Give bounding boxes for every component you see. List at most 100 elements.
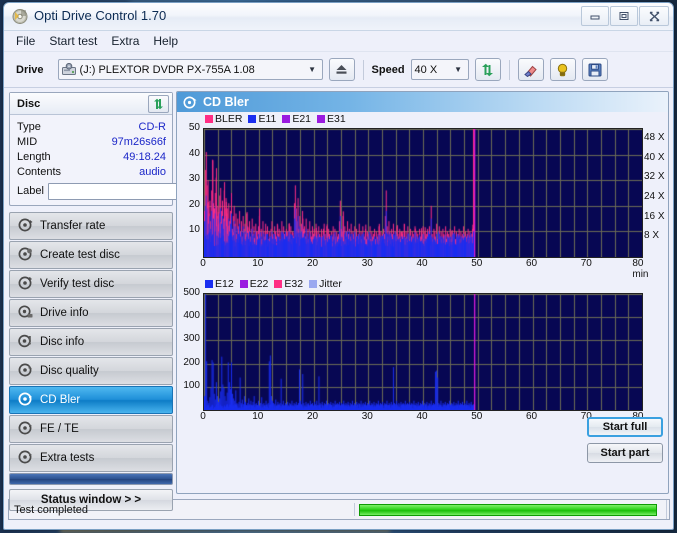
speed-select[interactable]: 40 X ▼: [410, 59, 469, 80]
legend-label: E21: [292, 113, 312, 125]
toolbar-separator-2: [508, 59, 510, 80]
cd-bler-icon: [183, 96, 197, 109]
legend-item-e31: E31: [317, 113, 346, 125]
disc-row-key: Length: [17, 150, 51, 163]
chevron-down-icon[interactable]: ▼: [305, 65, 320, 74]
y2-tick-label: 8 X: [644, 230, 660, 242]
sidebar-item-disc-info[interactable]: Disc info: [9, 328, 173, 356]
sidebar-item-label: FE / TE: [40, 423, 79, 435]
menu-item-file[interactable]: File: [16, 34, 35, 48]
disc-label-row: Label: [17, 182, 251, 200]
progress-percent: 100.0%: [666, 500, 673, 519]
y2-tick-label: 40 X: [644, 151, 665, 163]
disc-row-length: Length 49:18.24: [17, 149, 166, 164]
disc-row-type: Type CD-R: [17, 119, 166, 134]
disc-row-mid: MID 97m26s66f: [17, 134, 166, 149]
sidebar-item-label: Disc quality: [40, 365, 99, 377]
menu-item-start-test[interactable]: Start test: [49, 34, 97, 48]
sidebar-item-cd-bler[interactable]: CD Bler: [9, 386, 173, 414]
disc-write-icon: [18, 247, 33, 264]
extra-tests-icon: [18, 450, 33, 467]
y-tick-label: 20: [188, 198, 200, 210]
sidebar-item-verify-test-disc[interactable]: Verify test disc: [9, 270, 173, 298]
legend-item-bler: BLER: [205, 113, 242, 125]
disc-row-value: 97m26s66f: [111, 135, 166, 148]
x-tick-label: 40: [416, 258, 428, 269]
sidebar-item-label: Extra tests: [40, 452, 95, 464]
maximize-button[interactable]: [610, 6, 638, 26]
legend-swatch-e22: [239, 280, 248, 288]
y-tick-label: 50: [188, 122, 200, 133]
legend-item-e22: E22: [239, 278, 268, 290]
y2-tick-label: 32 X: [644, 171, 665, 183]
window-controls: [581, 6, 669, 26]
legend-label: Jitter: [319, 278, 342, 290]
drive-info-icon: [18, 304, 33, 322]
sidebar-item-label: CD Bler: [40, 394, 81, 406]
disc-refresh-button[interactable]: [148, 94, 169, 113]
disc-row-value: CD-R: [138, 120, 167, 133]
sidebar-item-drive-info[interactable]: Drive info: [9, 299, 173, 327]
sidebar-item-extra-tests[interactable]: Extra tests: [9, 444, 173, 472]
panel-header: CD Bler: [177, 92, 668, 112]
start-full-button[interactable]: Start full: [587, 417, 663, 437]
cd-bler-panel: CD Bler BLER E11 E21 E31 10 20 30 40 50 8 X 1…: [176, 91, 669, 494]
legend-label: BLER: [215, 113, 243, 125]
main-body: Disc Type CD-R MID 97m26s66f Length 49:1…: [4, 88, 673, 511]
legend-item-e12: E12: [205, 278, 234, 290]
x-tick-label: 0: [200, 258, 206, 269]
legend-swatch-e12: [205, 280, 213, 288]
eraser-button[interactable]: [517, 58, 544, 81]
sidebar-item-create-test-disc[interactable]: Create test disc: [9, 241, 173, 269]
x-tick-label: 10: [252, 258, 264, 269]
sidebar-item-transfer-rate[interactable]: Transfer rate: [9, 212, 173, 240]
drive-label: Drive: [16, 63, 44, 76]
chevron-down-icon[interactable]: ▼: [451, 65, 466, 74]
bulb-button[interactable]: [549, 58, 576, 81]
y-tick-label: 300: [183, 333, 200, 345]
drive-select[interactable]: (J:) PLEXTOR DVDR PX-755A 1.08 ▼: [57, 59, 323, 80]
toolbar-separator-1: [362, 59, 364, 80]
window-title: Opti Drive Control 1.70: [34, 8, 167, 23]
app-disc-icon: [12, 8, 29, 25]
left-sidebar: Disc Type CD-R MID 97m26s66f Length 49:1…: [4, 88, 251, 511]
sidebar-item-label: Disc info: [40, 336, 85, 348]
x-tick-label: 40: [416, 411, 428, 422]
start-part-button[interactable]: Start part: [587, 443, 663, 463]
sidebar-item-disc-quality[interactable]: Disc quality: [9, 357, 173, 385]
app-window: Opti Drive Control 1.70 File Start test …: [3, 2, 674, 530]
x-tick-label: 50: [471, 411, 483, 422]
y-tick-label: 40: [188, 147, 200, 159]
chart-bottom: E12 E22 E32 Jitter 100 200 300 400 500 0 10 20…: [177, 277, 668, 433]
minimize-button[interactable]: [581, 6, 609, 26]
disc-label-key: Label: [17, 185, 44, 197]
menu-item-help[interactable]: Help: [153, 34, 178, 48]
chart-top: BLER E11 E21 E31 10 20 30 40 50 8 X 16 X 24 X 3…: [177, 112, 668, 280]
drive-toolbar: Drive (J:) PLEXTOR DVDR PX-755A 1.08 ▼ S…: [4, 52, 673, 88]
disc-speed-icon: [18, 218, 33, 235]
legend-label: E12: [215, 278, 234, 290]
sidebar-item-label: Verify test disc: [40, 278, 115, 290]
sidebar-scrollbar[interactable]: [9, 473, 173, 485]
drive-select-value: (J:) PLEXTOR DVDR PX-755A 1.08: [79, 63, 255, 76]
save-button[interactable]: [581, 58, 608, 81]
legend-swatch-e31: [317, 115, 326, 123]
y-tick-label: 30: [188, 173, 200, 185]
right-content: CD Bler BLER E11 E21 E31 10 20 30 40 50 8 X 1…: [176, 88, 673, 497]
x-tick-label: 60: [525, 258, 538, 269]
sidebar-item-label: Drive info: [40, 307, 89, 319]
close-button[interactable]: [639, 6, 669, 26]
fe-te-icon: [18, 421, 33, 438]
menu-item-extra[interactable]: Extra: [111, 34, 139, 48]
sidebar-item-fe-te[interactable]: FE / TE: [9, 415, 173, 443]
speed-select-value: 40 X: [414, 63, 438, 76]
refresh-button[interactable]: [474, 58, 501, 81]
disc-group: Disc Type CD-R MID 97m26s66f Length 49:1…: [9, 92, 251, 206]
title-bar[interactable]: Opti Drive Control 1.70: [4, 3, 673, 31]
disc-row-key: MID: [17, 135, 38, 148]
legend-label: E11: [258, 113, 277, 125]
eject-button[interactable]: [328, 58, 355, 81]
chart-bottom-legend: E12 E22 E32 Jitter: [205, 278, 345, 290]
y2-tick-label: 48 X: [644, 131, 665, 143]
legend-label: E32: [284, 278, 304, 290]
